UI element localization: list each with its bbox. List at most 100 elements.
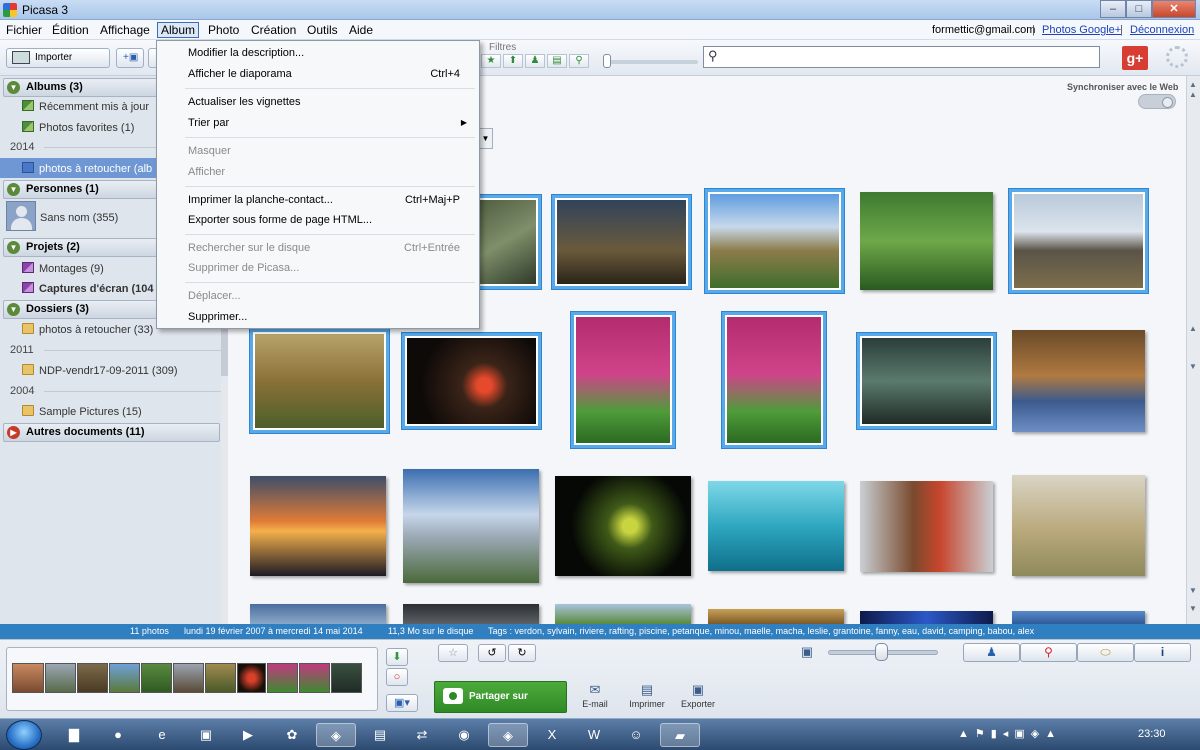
menu-item-delete[interactable]: Supprimer... — [188, 311, 247, 323]
sidebar-item-folder-retouch[interactable]: photos à retoucher (33) — [22, 323, 153, 336]
photo-thumbnail[interactable] — [722, 312, 826, 448]
tray-thumbnail[interactable] — [267, 663, 298, 693]
menu-item-slideshow[interactable]: Afficher le diaporama — [188, 68, 292, 80]
collapse-icon[interactable]: ▼ — [7, 81, 20, 94]
share-google-plus-button[interactable]: Partager sur Google+ — [434, 681, 567, 732]
tray-thumbnail[interactable] — [45, 663, 76, 693]
menu-item-edit-description[interactable]: Modifier la description... — [188, 47, 304, 59]
menu-item-sort-by[interactable]: Trier par — [188, 117, 229, 129]
photo-thumbnail[interactable] — [860, 611, 993, 624]
photo-thumbnail[interactable] — [1012, 611, 1145, 624]
sidebar-item-folder-samples[interactable]: Sample Pictures (15) — [22, 405, 142, 418]
photo-thumbnail[interactable] — [860, 192, 993, 290]
geotag-tool-icon[interactable]: ⚲ — [1020, 643, 1077, 662]
menu-creation[interactable]: Création — [251, 23, 296, 37]
tags-tool-icon[interactable]: ⬭ — [1077, 643, 1134, 662]
photo-thumbnail[interactable] — [250, 476, 386, 576]
tray-thumbnail[interactable] — [331, 663, 362, 693]
rotate-right-icon[interactable]: ↻ — [508, 644, 536, 662]
filter-person-icon[interactable]: ♟ — [525, 54, 545, 68]
rotate-left-icon[interactable]: ↺ — [478, 644, 506, 662]
menu-outils[interactable]: Outils — [307, 23, 338, 37]
notepad-icon[interactable]: ▤ — [368, 723, 392, 747]
clear-selection-icon[interactable]: ○ — [386, 668, 408, 686]
photo-thumbnail[interactable] — [1012, 330, 1145, 432]
filter-video-icon[interactable]: ▤ — [547, 54, 567, 68]
photo-thumbnail[interactable] — [403, 469, 539, 583]
photo-thumbnail[interactable] — [552, 195, 691, 289]
photo-thumbnail[interactable] — [250, 604, 386, 624]
sidebar-item-folder-ndp[interactable]: NDP-vendr17-09-2011 (309) — [22, 364, 178, 377]
photo-thumbnail[interactable] — [250, 329, 389, 433]
menu-photo[interactable]: Photo — [208, 23, 239, 37]
filter-geotag-icon[interactable]: ⚲ — [569, 54, 589, 68]
tray-thumbnail[interactable] — [237, 663, 266, 693]
photo-thumbnail[interactable] — [555, 604, 691, 624]
gimp-icon[interactable]: ☺ — [624, 723, 648, 747]
picasa-taskbar-icon[interactable]: ◈ — [316, 723, 356, 747]
system-tray-icons[interactable]: ▲⚑▮◂▣◈▲ — [958, 727, 1062, 740]
tray-thumbnail[interactable] — [77, 663, 108, 693]
filter-upload-icon[interactable]: ⬆ — [503, 54, 523, 68]
filter-date-slider[interactable] — [603, 60, 698, 64]
info-tool-icon[interactable]: i — [1134, 643, 1191, 662]
collapse-icon[interactable]: ▼ — [7, 241, 20, 254]
firefox-icon[interactable]: ● — [106, 723, 130, 747]
tray-thumbnail[interactable] — [141, 663, 172, 693]
internet-explorer-icon[interactable]: e — [150, 723, 174, 747]
excel-icon[interactable]: X — [540, 723, 564, 747]
people-tool-icon[interactable]: ♟ — [963, 643, 1020, 662]
sidebar-item-screenshots[interactable]: Captures d'écran (104 — [22, 282, 154, 295]
photo-thumbnail[interactable] — [1009, 189, 1148, 293]
collapse-icon[interactable]: ▼ — [7, 183, 20, 196]
tray-thumbnail[interactable] — [205, 663, 236, 693]
photo-thumbnail[interactable] — [403, 604, 539, 624]
menu-item-refresh-thumbnails[interactable]: Actualiser les vignettes — [188, 96, 301, 108]
network-icon[interactable]: ⇄ — [410, 723, 434, 747]
tray-thumbnail[interactable] — [173, 663, 204, 693]
star-icon[interactable]: ☆ — [438, 644, 468, 662]
collapse-icon[interactable]: ▼ — [7, 303, 20, 316]
menu-item-export-html[interactable]: Exporter sous forme de page HTML... — [188, 214, 372, 226]
tray-thumbnail[interactable] — [109, 663, 140, 693]
maximize-button[interactable]: □ — [1126, 0, 1152, 18]
photo-thumbnail[interactable] — [708, 481, 844, 571]
photo-thumbnail[interactable] — [571, 312, 675, 448]
main-scrollbar[interactable]: ▲ ▲ ▲ ▼ ▼ ▼ — [1186, 76, 1200, 624]
google-plus-icon[interactable]: g+ — [1122, 46, 1148, 70]
person-avatar[interactable] — [6, 201, 36, 231]
photo-thumbnail[interactable] — [705, 189, 844, 293]
picasa-active-icon[interactable]: ◈ — [488, 723, 528, 747]
photo-thumbnail[interactable] — [860, 481, 993, 572]
start-button-icon[interactable] — [6, 720, 42, 750]
photo-thumbnail[interactable] — [402, 333, 541, 429]
sidebar-item-recent[interactable]: Récemment mis à jour — [22, 100, 149, 113]
menu-fichier[interactable]: Fichier — [6, 23, 42, 37]
zoom-slider-handle[interactable] — [875, 643, 888, 661]
filter-slider-handle[interactable] — [603, 54, 611, 68]
sidebar-item-montages[interactable]: Montages (9) — [22, 262, 104, 275]
hold-selection-pin-icon[interactable]: ⬇ — [386, 648, 408, 666]
logout-link[interactable]: Déconnexion — [1130, 24, 1194, 36]
search-input[interactable] — [726, 49, 1096, 65]
chrome-icon[interactable]: ◉ — [452, 723, 476, 747]
photo-thumbnail[interactable] — [708, 609, 844, 624]
menu-album[interactable]: Album — [157, 22, 200, 38]
explorer-window-icon[interactable]: ▰ — [660, 723, 700, 747]
menu-aide[interactable]: Aide — [349, 23, 373, 37]
photos-google-link[interactable]: Photos Google+ — [1042, 24, 1121, 36]
search-box[interactable]: ⚲ — [703, 46, 1100, 68]
word-icon[interactable]: W — [582, 723, 606, 747]
export-button[interactable]: ▣ Exporter — [678, 682, 718, 709]
menu-affichage[interactable]: Affichage — [100, 23, 150, 37]
sidebar-item-unnamed-person[interactable]: Sans nom (355) — [40, 212, 118, 224]
app-icon[interactable]: ✿ — [280, 723, 304, 747]
menu-item-print-contact-sheet[interactable]: Imprimer la planche-contact... — [188, 194, 333, 206]
photo-thumbnail[interactable] — [467, 195, 541, 289]
add-to-album-icon[interactable]: ▣▾ — [386, 694, 418, 712]
tray-thumbnail[interactable] — [12, 663, 44, 693]
photo-viewer-icon[interactable]: ▣ — [194, 723, 218, 747]
sidebar-item-favorites[interactable]: Photos favorites (1) — [22, 121, 134, 134]
menu-edition[interactable]: Édition — [52, 23, 89, 37]
add-album-button[interactable]: +▣ — [116, 48, 144, 68]
